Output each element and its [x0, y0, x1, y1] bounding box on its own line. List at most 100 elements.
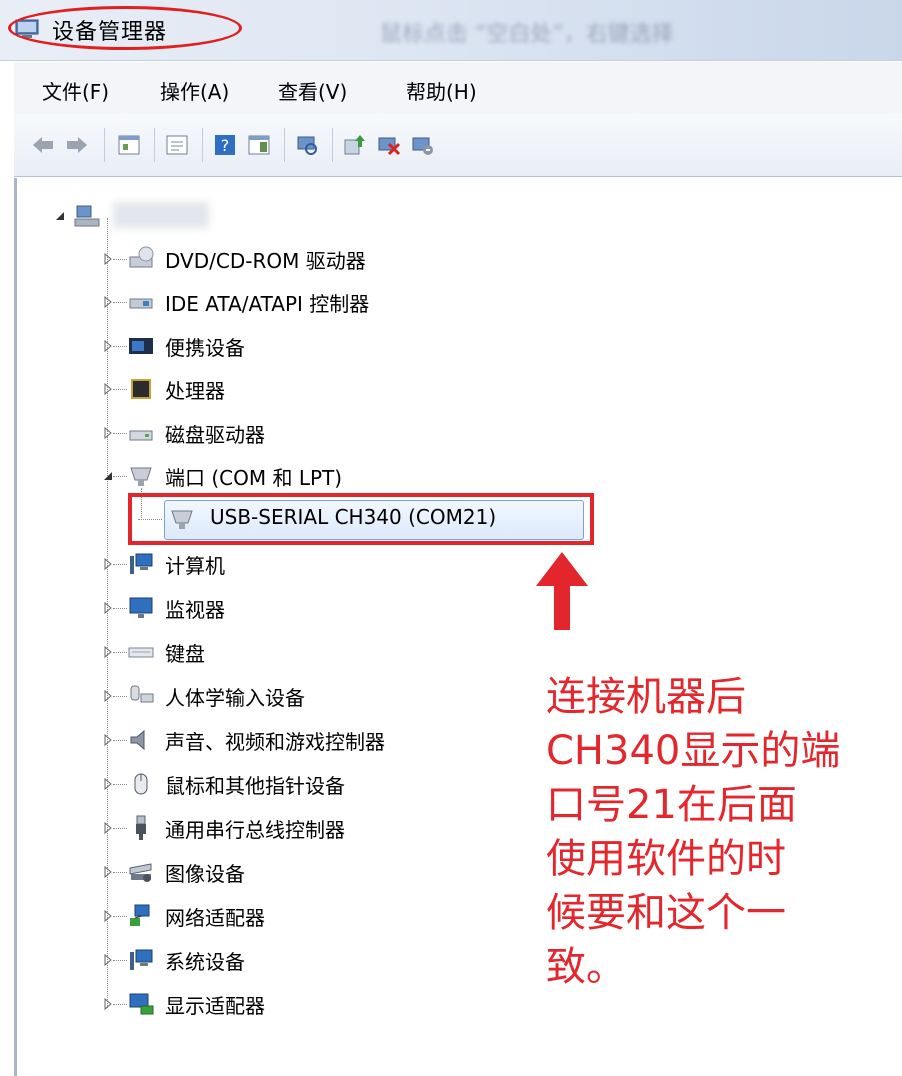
- mouse-icon: [134, 773, 148, 795]
- menu-file[interactable]: 文件(F): [42, 76, 109, 105]
- highlight-box: [128, 493, 594, 545]
- tree-item-computer[interactable]: 计算机: [17, 546, 517, 582]
- monitor-icon: [129, 597, 153, 618]
- port-icon: [130, 467, 152, 486]
- action-pane-icon[interactable]: [246, 132, 272, 158]
- computer-root-icon: [74, 205, 100, 227]
- annotation-line: 使用软件的时: [546, 836, 786, 882]
- tree-item-label: 计算机: [165, 554, 225, 578]
- console-tree-icon[interactable]: [164, 132, 190, 158]
- uninstall-icon[interactable]: [376, 132, 402, 158]
- tree-item-label: 端口 (COM 和 LPT): [165, 466, 343, 490]
- back-icon[interactable]: [30, 132, 56, 158]
- expand-arrow-icon[interactable]: [103, 910, 113, 922]
- tree-item-label: 显示适配器: [165, 994, 265, 1018]
- blurred-hint-text: 鼠标点击 “空白处”，右键选择: [380, 22, 674, 47]
- red-arrow-icon: [536, 552, 588, 630]
- computer-icon: [130, 553, 153, 574]
- properties-icon[interactable]: [116, 132, 142, 158]
- collapse-arrow-icon[interactable]: [103, 470, 113, 482]
- tree-item-network[interactable]: 网络适配器: [17, 898, 517, 934]
- tree-item-label: 监视器: [165, 598, 225, 622]
- tree-item-label: 人体学输入设备: [165, 686, 305, 710]
- toolbar: ?: [14, 114, 902, 177]
- expand-arrow-icon[interactable]: [103, 778, 113, 790]
- expand-arrow-icon[interactable]: [103, 734, 113, 746]
- disk-drive-icon: [129, 430, 153, 441]
- tree-item-label: 键盘: [165, 642, 205, 666]
- tree-item-mouse[interactable]: 鼠标和其他指针设备: [17, 766, 517, 802]
- system-device-icon: [130, 949, 153, 970]
- imaging-device-icon: [129, 863, 152, 882]
- annotation-line: 口号21在后面: [546, 782, 797, 828]
- expand-arrow-icon[interactable]: [103, 602, 113, 614]
- tree-item-ports[interactable]: 端口 (COM 和 LPT): [17, 458, 717, 494]
- annotation-line: 连接机器后: [546, 674, 746, 720]
- expand-arrow-icon[interactable]: [103, 646, 113, 658]
- expand-arrow-icon[interactable]: [103, 383, 113, 395]
- tree-item-keyboard[interactable]: 键盘: [17, 634, 517, 670]
- annotation-line: CH340显示的端: [546, 728, 841, 774]
- dvd-drive-icon: [129, 246, 154, 268]
- expand-arrow-icon[interactable]: [103, 998, 113, 1010]
- tree-item-monitor[interactable]: 监视器: [17, 590, 517, 626]
- tree-item-sound[interactable]: 声音、视频和游戏控制器: [17, 722, 517, 758]
- portable-device-icon: [129, 338, 153, 354]
- svg-text:?: ?: [221, 136, 230, 155]
- keyboard-icon: [128, 647, 154, 658]
- tree-item-label: 图像设备: [165, 862, 245, 886]
- annotation-line: 候要和这个一: [546, 890, 786, 936]
- processor-icon: [131, 379, 151, 399]
- tree-item-label: IDE ATA/ATAPI 控制器: [165, 292, 370, 316]
- tree-item-label: 处理器: [165, 379, 225, 403]
- tree-item-label: DVD/CD-ROM 驱动器: [165, 249, 366, 273]
- tree-item-label: 声音、视频和游戏控制器: [165, 730, 385, 754]
- menu-bar: 文件(F) 操作(A) 查看(V) 帮助(H): [14, 62, 902, 115]
- usb-icon: [136, 815, 146, 840]
- help-icon[interactable]: ?: [212, 132, 238, 158]
- expand-arrow-icon[interactable]: [103, 427, 113, 439]
- tree-item-imaging[interactable]: 图像设备: [17, 854, 517, 890]
- tree-item-ide[interactable]: IDE ATA/ATAPI 控制器: [17, 284, 717, 320]
- expand-arrow-icon[interactable]: [103, 253, 113, 265]
- annotation-line: 致。: [546, 944, 626, 990]
- disable-icon[interactable]: [410, 132, 436, 158]
- tree-item-disk[interactable]: 磁盘驱动器: [17, 415, 717, 451]
- tree-item-portable[interactable]: 便携设备: [17, 328, 717, 364]
- menu-help[interactable]: 帮助(H): [406, 76, 477, 105]
- forward-icon[interactable]: [64, 132, 90, 158]
- menu-action[interactable]: 操作(A): [160, 76, 229, 105]
- tree-item-label: 鼠标和其他指针设备: [165, 774, 345, 798]
- tree-item-label: 系统设备: [165, 950, 245, 974]
- tree-item-label: 通用串行总线控制器: [165, 818, 345, 842]
- title-highlight-oval: [8, 6, 242, 50]
- ide-controller-icon: [129, 298, 153, 309]
- tree-item-label: 便携设备: [165, 336, 245, 360]
- tree-item-display[interactable]: 显示适配器: [17, 986, 517, 1022]
- tree-item-label: 网络适配器: [165, 906, 265, 930]
- tree-item-processor[interactable]: 处理器: [17, 371, 717, 407]
- hid-icon: [130, 685, 154, 703]
- tree-item-usb[interactable]: 通用串行总线控制器: [17, 810, 517, 846]
- display-adapter-icon: [129, 993, 154, 1015]
- collapse-arrow-icon[interactable]: [55, 210, 65, 222]
- expand-arrow-icon[interactable]: [103, 558, 113, 570]
- expand-arrow-icon[interactable]: [103, 296, 113, 308]
- sound-icon: [130, 729, 145, 751]
- network-adapter-icon: [130, 904, 150, 926]
- tree-root[interactable]: [17, 198, 317, 234]
- tree-item-label: 磁盘驱动器: [165, 423, 265, 447]
- tree-item-hid[interactable]: 人体学输入设备: [17, 678, 517, 714]
- scan-hardware-icon[interactable]: [294, 132, 320, 158]
- blurred-computer-name: [113, 202, 209, 228]
- expand-arrow-icon[interactable]: [103, 866, 113, 878]
- expand-arrow-icon[interactable]: [103, 340, 113, 352]
- expand-arrow-icon[interactable]: [103, 822, 113, 834]
- tree-item-system[interactable]: 系统设备: [17, 942, 517, 978]
- tree-item-dvd[interactable]: DVD/CD-ROM 驱动器: [17, 241, 717, 277]
- menu-view[interactable]: 查看(V): [278, 76, 347, 105]
- update-driver-icon[interactable]: [342, 132, 368, 158]
- expand-arrow-icon[interactable]: [103, 954, 113, 966]
- annotation-text: 连接机器后 CH340显示的端 口号21在后面 使用软件的时 候要和这个一 致。: [546, 670, 902, 994]
- expand-arrow-icon[interactable]: [103, 690, 113, 702]
